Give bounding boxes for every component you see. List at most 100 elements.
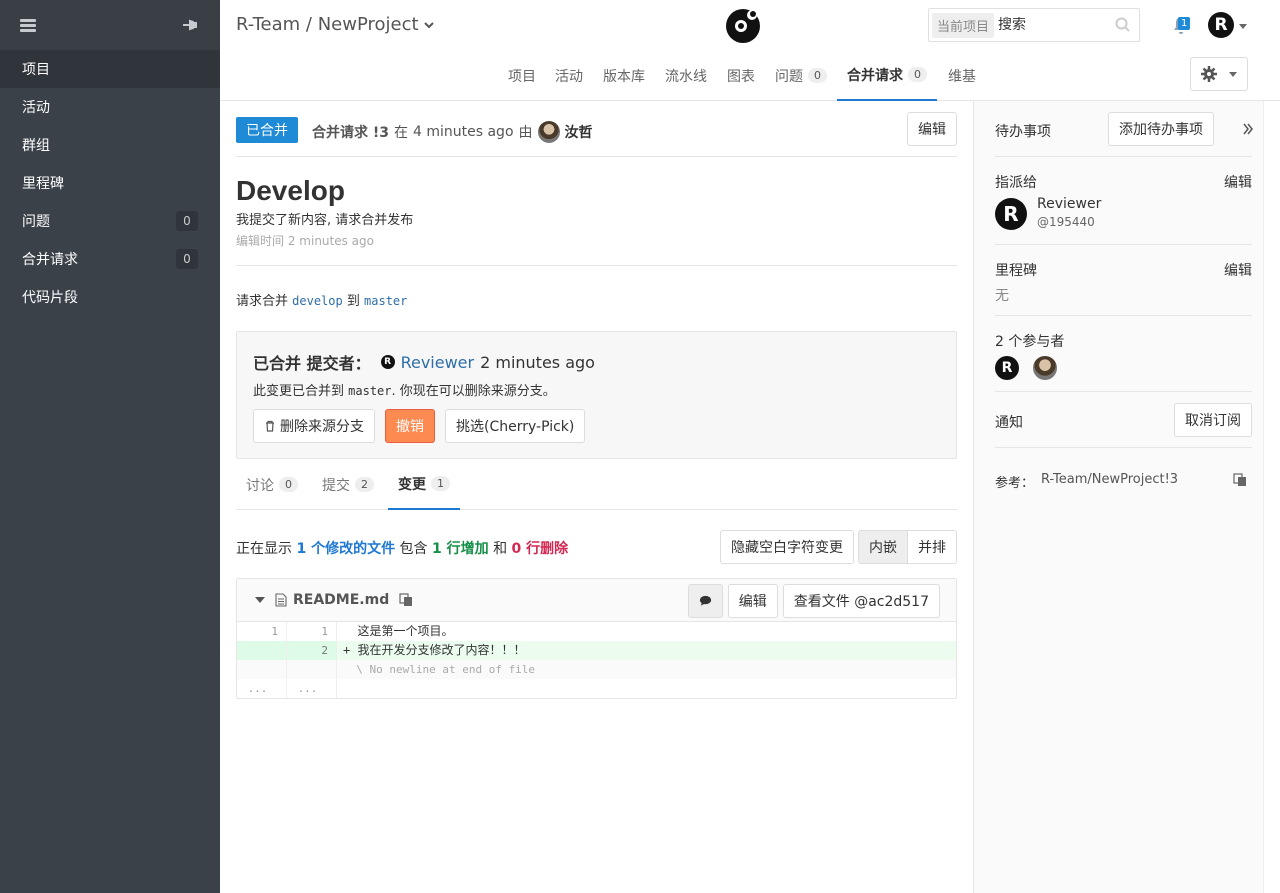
avatar-initial: R xyxy=(1001,360,1013,376)
notifications-label: 通知 xyxy=(995,415,1023,431)
merge-sub-suffix: . 你现在可以删除来源分支。 xyxy=(391,384,556,399)
code-line: + 我在开发分支修改了内容！！！ xyxy=(343,643,526,657)
assignee-avatar[interactable]: R xyxy=(995,198,1027,230)
merge-sub: 此变更已合并到 master. 你现在可以删除来源分支。 xyxy=(253,380,940,399)
tab-discussion[interactable]: 讨论 0 xyxy=(246,459,298,510)
participant-avatar[interactable] xyxy=(1033,356,1057,380)
hide-whitespace-button[interactable]: 隐藏空白字符变更 xyxy=(720,530,854,564)
collapse-sidebar-icon[interactable] xyxy=(1243,123,1253,135)
merged-by-label: 已合并 提交者： xyxy=(253,354,371,373)
user-avatar[interactable]: R xyxy=(1208,12,1234,38)
diff-view-controls: 隐藏空白字符变更 内嵌 并排 xyxy=(720,530,957,564)
author-name[interactable]: 汝哲 xyxy=(565,122,593,142)
tab-activity[interactable]: 活动 xyxy=(555,50,583,101)
request-prefix: 请求合并 xyxy=(236,294,289,309)
diff-stats: 正在显示 1 个修改的文件 包含 1 行增加 和 0 行删除 xyxy=(236,538,568,558)
participants-section: 2 个参与者 R xyxy=(995,316,1252,392)
tab-issues[interactable]: 问题 0 xyxy=(775,50,827,101)
app-logo-icon[interactable] xyxy=(724,6,762,44)
revert-button[interactable]: 撤销 xyxy=(385,409,435,443)
tab-count-badge: 2 xyxy=(355,477,374,492)
expand-lines-icon[interactable]: ... xyxy=(287,679,337,698)
milestone-section: 里程碑 编辑 无 xyxy=(995,245,1252,316)
edit-mr-button[interactable]: 编辑 xyxy=(907,112,957,146)
delete-source-branch-button[interactable]: 删除来源分支 xyxy=(253,409,375,443)
merger-name[interactable]: Reviewer xyxy=(401,353,475,372)
to-word: 到 xyxy=(346,294,360,309)
sidebar-item-groups[interactable]: 群组 xyxy=(0,126,220,164)
chevron-down-icon xyxy=(423,21,434,28)
sidebar-item-snippets[interactable]: 代码片段 xyxy=(0,278,220,316)
sidebar-item-issues[interactable]: 问题 0 xyxy=(0,202,220,240)
additions-count: 1 行增加 xyxy=(431,541,489,557)
unsubscribe-button[interactable]: 取消订阅 xyxy=(1174,403,1252,437)
old-line-number[interactable] xyxy=(237,641,287,660)
tab-count-badge: 1 xyxy=(431,476,450,491)
reference-section: 参考： R-Team/NewProject!3 xyxy=(995,448,1252,508)
tab-pipelines[interactable]: 流水线 xyxy=(665,50,707,101)
divider xyxy=(236,265,957,266)
new-line-number[interactable]: 2 xyxy=(287,641,337,660)
tab-commits[interactable]: 提交 2 xyxy=(322,459,374,510)
tab-project[interactable]: 项目 xyxy=(508,50,536,101)
avatar-initial: R xyxy=(1214,15,1228,35)
sidebar-item-activity[interactable]: 活动 xyxy=(0,88,220,126)
diff-file: README.md 编辑 查看文件 @ac2d517 1 1 这是第一个项目。 … xyxy=(236,578,957,699)
copy-icon[interactable] xyxy=(1233,473,1247,487)
merge-sub-prefix: 此变更已合并到 xyxy=(253,384,345,399)
sidebar-item-milestones[interactable]: 里程碑 xyxy=(0,164,220,202)
old-line-number[interactable]: 1 xyxy=(237,622,287,641)
copy-icon[interactable] xyxy=(399,593,413,607)
sidebar-item-merge-requests[interactable]: 合并请求 0 xyxy=(0,240,220,278)
add-todo-button[interactable]: 添加待办事项 xyxy=(1108,112,1214,146)
file-name[interactable]: README.md xyxy=(293,592,389,608)
source-branch[interactable]: develop xyxy=(292,294,343,308)
sidebar-item-label: 项目 xyxy=(22,62,50,78)
project-settings-button[interactable] xyxy=(1190,57,1248,91)
top-header: R-Team / NewProject 当前项目 1 R xyxy=(220,0,1280,50)
search-scope-badge[interactable]: 当前项目 xyxy=(932,12,995,38)
file-icon xyxy=(275,593,287,607)
tab-label: 变更 xyxy=(398,476,426,493)
mr-title: Develop xyxy=(236,175,345,206)
collapse-icon[interactable] xyxy=(255,597,265,603)
page-scrollbar[interactable] xyxy=(1263,101,1280,893)
search-icon[interactable] xyxy=(1115,17,1131,33)
merger-avatar[interactable]: R xyxy=(380,355,395,369)
project-title-dropdown[interactable]: R-Team / NewProject xyxy=(236,14,435,35)
tab-merge-requests[interactable]: 合并请求 0 xyxy=(837,50,937,101)
toggle-comments-button[interactable] xyxy=(687,584,723,618)
tab-changes[interactable]: 变更 1 xyxy=(388,459,460,510)
tab-repository[interactable]: 版本库 xyxy=(603,50,645,101)
pin-icon[interactable] xyxy=(180,16,198,34)
edit-file-button[interactable]: 编辑 xyxy=(727,584,778,618)
changed-files-count[interactable]: 1 个修改的文件 xyxy=(296,541,395,557)
merge-requests-count-badge: 0 xyxy=(176,249,198,269)
mr-meta: 合并请求 !3 在 4 minutes ago 由 汝哲 xyxy=(312,121,593,143)
target-branch[interactable]: master xyxy=(364,294,407,308)
participant-avatar[interactable]: R xyxy=(995,356,1019,380)
view-file-button[interactable]: 查看文件 @ac2d517 xyxy=(782,584,940,618)
comment-icon xyxy=(699,595,711,606)
todo-section: 待办事项 添加待办事项 xyxy=(995,101,1253,157)
milestone-value: 无 xyxy=(995,288,1009,304)
diff-file-header: README.md 编辑 查看文件 @ac2d517 xyxy=(237,579,956,622)
edit-assignee-link[interactable]: 编辑 xyxy=(1224,172,1252,192)
cherry-pick-button[interactable]: 挑选(Cherry-Pick) xyxy=(445,409,586,443)
assignee-name[interactable]: Reviewer xyxy=(1037,196,1101,212)
new-line-number[interactable]: 1 xyxy=(287,622,337,641)
tab-label: 讨论 xyxy=(246,477,274,494)
sidebar-item-projects[interactable]: 项目 xyxy=(0,50,220,88)
parallel-view-button[interactable]: 并排 xyxy=(908,530,957,564)
tab-count-badge: 0 xyxy=(808,68,827,83)
tab-wiki[interactable]: 维基 xyxy=(948,50,976,101)
edit-milestone-link[interactable]: 编辑 xyxy=(1224,260,1252,280)
hamburger-menu-icon[interactable] xyxy=(20,18,36,32)
user-menu-caret-icon[interactable] xyxy=(1239,24,1247,29)
search-input[interactable] xyxy=(998,17,1109,33)
tab-graphs[interactable]: 图表 xyxy=(727,50,755,101)
inline-view-button[interactable]: 内嵌 xyxy=(858,530,908,564)
reference-label: 参考： xyxy=(995,476,1035,491)
expand-lines-icon[interactable]: ... xyxy=(237,679,287,698)
author-avatar[interactable] xyxy=(537,121,560,143)
